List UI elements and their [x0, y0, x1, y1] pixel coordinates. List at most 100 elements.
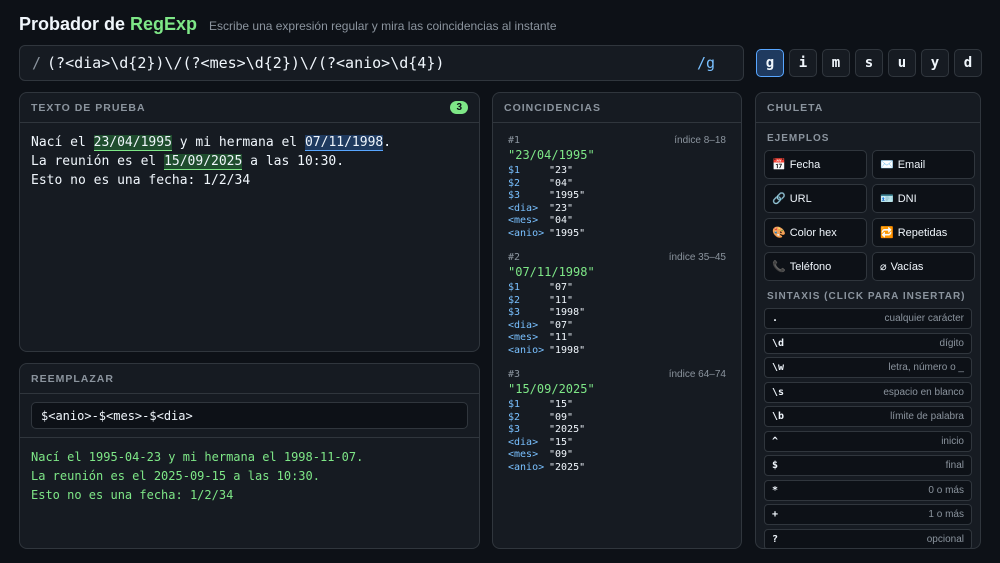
- capture-group-row: <dia> "07": [508, 320, 726, 333]
- match-index: índice 64–74: [668, 369, 726, 380]
- regex-input[interactable]: / (?<dia>\d{2})\/(?<mes>\d{2})\/(?<anio>…: [19, 45, 744, 81]
- example-icon: 🔁: [880, 227, 894, 239]
- example-label: Fecha: [789, 158, 821, 171]
- syntax-item[interactable]: \d dígito: [764, 332, 972, 354]
- example-icon: 🎨: [772, 227, 786, 239]
- group-value: "15": [549, 436, 574, 448]
- flag-y-toggle[interactable]: y: [921, 49, 949, 77]
- capture-group-row: $3 "2025": [508, 424, 726, 437]
- example-button-url[interactable]: 🔗 URL: [764, 184, 867, 213]
- match-meta: #2 índice 35–45: [508, 252, 726, 263]
- example-button-fecha[interactable]: 📅 Fecha: [764, 150, 867, 179]
- example-icon: ⌀: [880, 261, 887, 273]
- group-value: "11": [549, 294, 574, 306]
- example-icon: 📞: [772, 261, 786, 273]
- example-label: Teléfono: [789, 260, 832, 273]
- flag-s-toggle[interactable]: s: [855, 49, 883, 77]
- match-number: #2: [508, 252, 521, 263]
- flag-u-toggle[interactable]: u: [888, 49, 916, 77]
- syntax-item[interactable]: \b límite de palabra: [764, 406, 972, 427]
- syntax-item[interactable]: +1 o más: [764, 504, 972, 525]
- group-value: "04": [549, 177, 574, 189]
- cheatsheet-label: CHULETA: [767, 101, 824, 114]
- syntax-item[interactable]: ^ inicio: [764, 430, 972, 452]
- group-value: "23": [549, 165, 574, 176]
- capture-group-row: <mes> "04": [508, 215, 726, 228]
- syntax-description: espacio en blanco: [883, 386, 964, 398]
- syntax-token: $: [772, 460, 779, 471]
- syntax-token: *: [772, 484, 779, 496]
- syntax-item[interactable]: $ final: [764, 455, 972, 476]
- group-key: $1: [508, 399, 521, 410]
- group-key: <dia>: [508, 436, 539, 448]
- group-value: "23": [549, 202, 574, 214]
- syntax-list: . cualquier carácter \d dígito \w letra, núme…: [756, 308, 980, 548]
- text-segment: La reunión es el: [31, 154, 165, 169]
- flag-i-toggle[interactable]: i: [789, 49, 817, 77]
- group-value: "2025": [549, 461, 586, 473]
- syntax-description: dígito: [939, 337, 964, 349]
- test-line-2: La reunión es el 15/09/2025 a las 10:30.: [31, 152, 468, 171]
- example-icon: ✉️: [880, 159, 894, 171]
- group-value: "09": [549, 411, 574, 423]
- test-text-panel: TEXTO DE PRUEBA 3 Nací el 23/04/1995 y m…: [19, 92, 480, 352]
- syntax-token: +: [772, 509, 779, 520]
- example-label: Color hex: [789, 226, 837, 239]
- group-value: "04": [549, 215, 574, 226]
- group-value: "2025": [549, 424, 586, 435]
- group-key: $3: [508, 424, 521, 435]
- example-label: DNI: [897, 192, 917, 205]
- group-key: $1: [508, 282, 521, 293]
- text-segment: Nací el: [31, 135, 94, 150]
- group-value: "07": [549, 282, 574, 293]
- capture-group-row: $1 "23": [508, 165, 726, 178]
- replace-label: REEMPLAZAR: [31, 372, 114, 385]
- test-text-header: TEXTO DE PRUEBA 3: [20, 93, 479, 123]
- example-button-dni[interactable]: 🪪 DNI: [872, 184, 975, 213]
- example-button-color-hex[interactable]: 🎨 Color hex: [764, 218, 867, 247]
- match-item: #3 índice 64–74 "15/09/2025" $1 "15" $2 "09" $3…: [493, 369, 741, 474]
- syntax-token: \s: [772, 386, 785, 398]
- regex-pattern[interactable]: (?<dia>\d{2})\/(?<mes>\d{2})\/(?<anio>\d…: [47, 54, 697, 72]
- example-button-vac-as[interactable]: ⌀ Vacías: [872, 252, 975, 281]
- syntax-label: SINTAXIS (CLICK PARA INSERTAR): [767, 291, 966, 302]
- syntax-item[interactable]: \w letra, número o _: [764, 357, 972, 378]
- example-icon: 🪪: [880, 193, 894, 205]
- flag-m-toggle[interactable]: m: [822, 49, 850, 77]
- example-button-repetidas[interactable]: 🔁 Repetidas: [872, 218, 975, 247]
- match-item: #1 índice 8–18 "23/04/1995" $1 "23" $2 "04" $3 "…: [493, 135, 741, 240]
- syntax-item[interactable]: ? opcional: [764, 528, 972, 548]
- flag-d-toggle[interactable]: d: [954, 49, 982, 77]
- group-key: $2: [508, 411, 521, 423]
- capture-group-row: $1 "07": [508, 282, 726, 295]
- syntax-token: ?: [772, 533, 779, 545]
- example-label: Repetidas: [897, 226, 948, 239]
- flag-g-toggle[interactable]: g: [756, 49, 784, 77]
- title-accent: RegExp: [130, 14, 198, 34]
- test-text-area[interactable]: Nací el 23/04/1995 y mi hermana el 07/11…: [20, 123, 479, 200]
- group-key: <mes>: [508, 332, 539, 343]
- syntax-description: final: [945, 460, 964, 471]
- replace-input[interactable]: $<anio>-$<mes>-$<dia>: [31, 402, 468, 429]
- replace-output: Nací el 1995-04-23 y mi hermana el 1998-…: [20, 437, 479, 515]
- syntax-item[interactable]: . cualquier carácter: [764, 308, 972, 329]
- test-line-1: Nací el 23/04/1995 y mi hermana el 07/11…: [31, 133, 468, 152]
- example-button-email[interactable]: ✉️ Email: [872, 150, 975, 179]
- replace-output-line: Esto no es una fecha: 1/2/34: [31, 488, 234, 502]
- app-header: Probador de RegExp Escribe una expresión…: [19, 14, 557, 38]
- syntax-item[interactable]: * 0 o más: [764, 479, 972, 501]
- match-value: "15/09/2025": [508, 382, 595, 396]
- group-value: "1995": [549, 227, 586, 239]
- group-value: "11": [549, 332, 574, 343]
- syntax-description: 0 o más: [928, 484, 964, 496]
- syntax-item[interactable]: \s espacio en blanco: [764, 381, 972, 403]
- match-number: #3: [508, 369, 521, 380]
- match-highlight: 23/04/1995: [93, 135, 172, 151]
- capture-group-row: <anio> "2025": [508, 462, 726, 475]
- replace-output-line: La reunión es el 2025-09-15 a las 10:30.: [31, 469, 320, 483]
- examples-grid: 📅 Fecha ✉️ Email 🔗 URL 🪪 DNI 🎨 Color hex 🔁 Repetida…: [756, 150, 980, 281]
- capture-group-row: $2 "04": [508, 178, 726, 191]
- group-value: "1998": [549, 307, 586, 318]
- match-count-badge: 3: [450, 101, 468, 114]
- example-button-tel-fono[interactable]: 📞 Teléfono: [764, 252, 867, 281]
